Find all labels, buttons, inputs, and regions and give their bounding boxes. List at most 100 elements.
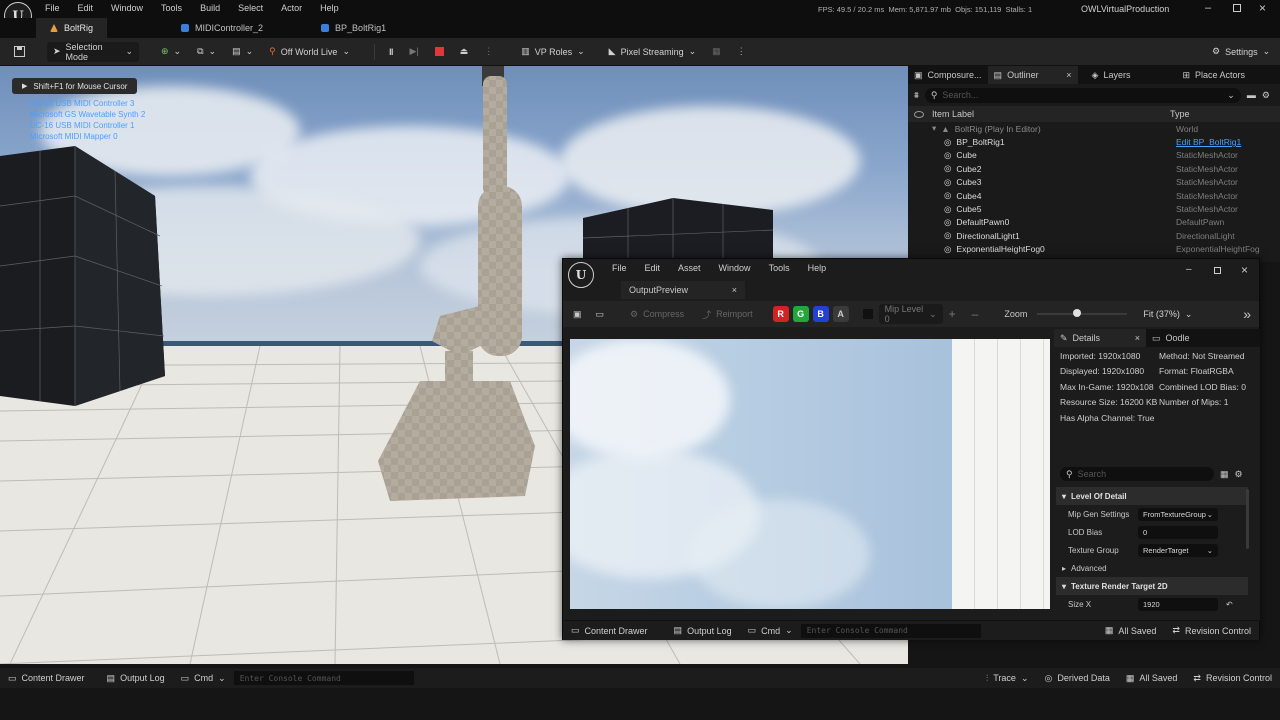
compress-button[interactable]: ⚙ Compress — [624, 304, 690, 324]
texture-group-dropdown[interactable]: RenderTarget ⌄ — [1138, 543, 1218, 557]
tab-midicontroller[interactable]: MIDIController_2 — [167, 18, 277, 38]
menu-window[interactable]: Window — [102, 3, 152, 13]
outliner-row[interactable]: ◎ DefaultPawn0 DefaultPawn — [914, 216, 1280, 229]
close-tab-icon[interactable]: × — [1135, 333, 1140, 343]
menu-actor[interactable]: Actor — [272, 3, 311, 13]
menu-edit[interactable]: Edit — [69, 3, 103, 13]
menu-tools[interactable]: Tools — [152, 3, 191, 13]
tab-outputpreview[interactable]: OutputPreview × — [621, 281, 745, 299]
menu-tools[interactable]: Tools — [760, 263, 799, 273]
settings-dropdown[interactable]: ⚙ Settings ⌄ — [1206, 42, 1276, 62]
checkbox[interactable] — [862, 309, 873, 319]
pause-button[interactable]: ‖ — [383, 42, 399, 62]
pixel-streaming-dropdown[interactable]: ◣ Pixel Streaming ⌄ — [603, 42, 703, 62]
step-button[interactable]: ▶| — [403, 42, 424, 62]
revision-control-button[interactable]: ⇄ Revision Control — [1164, 625, 1259, 636]
mip-gen-dropdown[interactable]: FromTextureGroup ⌄ — [1138, 507, 1218, 521]
section-texture-render-target-2d[interactable]: ▾ Texture Render Target 2D — [1056, 577, 1248, 595]
all-saved-button[interactable]: ▦ All Saved — [1118, 673, 1186, 684]
plus-icon[interactable]: + — [949, 307, 956, 321]
selection-mode-dropdown[interactable]: ➤ Selection Mode ⌄ — [47, 41, 139, 62]
outliner-row[interactable]: ◎ BP_BoltRig1 Edit BP_BoltRig1 — [914, 135, 1280, 148]
content-drawer-button[interactable]: ▭ Content Drawer — [563, 625, 656, 636]
off-world-live-dropdown[interactable]: ⚲ Off World Live ⌄ — [263, 42, 356, 62]
menu-build[interactable]: Build — [191, 3, 229, 13]
content-drawer-button[interactable]: ▭ Content Drawer — [0, 673, 93, 684]
outliner-row[interactable]: ◎ Cube2 StaticMeshActor — [914, 162, 1280, 175]
section-level-of-detail[interactable]: ▾ Level Of Detail — [1056, 487, 1248, 505]
blue-channel-toggle[interactable]: B — [812, 306, 829, 322]
more-options-icon[interactable]: ⋮ — [478, 42, 499, 62]
close-tab-icon[interactable]: × — [732, 285, 737, 295]
console-input[interactable]: Enter Console Command — [800, 623, 981, 638]
search-input[interactable]: Search... — [942, 90, 978, 100]
outliner-row[interactable]: ◎ ExponentialHeightFog0 ExponentialHeightF… — [914, 243, 1280, 256]
column-item-label[interactable]: Item Label — [924, 109, 1170, 119]
cmd-dropdown[interactable]: ▭ Cmd ⌄ — [740, 625, 801, 636]
red-channel-toggle[interactable]: R — [772, 306, 789, 322]
search-input[interactable]: Search — [1078, 469, 1107, 479]
outliner-row[interactable]: ◎ Cube4 StaticMeshActor — [914, 189, 1280, 202]
lod-bias-input[interactable]: 0 — [1138, 525, 1218, 539]
tab-place-actors[interactable]: ⊞ Place Actors — [1176, 66, 1251, 84]
outliner-search[interactable]: ⚲ Search... ⌄ — [924, 87, 1241, 103]
close-window-icon[interactable]: × — [1241, 263, 1248, 277]
gear-icon[interactable]: ⚙ — [1235, 469, 1243, 480]
tab-bp-boltrig1[interactable]: BP_BoltRig1 — [307, 18, 400, 38]
save-icon[interactable] — [8, 42, 31, 62]
details-scrollbar[interactable] — [1246, 489, 1249, 549]
console-input[interactable]: Enter Console Command — [233, 671, 414, 685]
section-advanced[interactable]: ▸ Advanced — [1056, 559, 1248, 577]
outliner-row-world[interactable]: ▾ ▲ BoltRig (Play In Editor) World — [914, 122, 1280, 135]
slider-thumb[interactable] — [1073, 309, 1082, 317]
menu-select[interactable]: Select — [229, 3, 272, 13]
output-log-button[interactable]: ▤ Output Log — [666, 625, 740, 636]
minimize-icon[interactable]: – — [1205, 2, 1211, 14]
menu-file[interactable]: File — [603, 263, 636, 273]
table-view-icon[interactable]: ▦ — [1220, 469, 1229, 480]
add-actor-button[interactable]: ⊕ ⌄ — [155, 42, 187, 62]
zoom-slider[interactable] — [1037, 309, 1128, 319]
close-tab-icon[interactable]: × — [1066, 70, 1071, 80]
tab-boltrig[interactable]: BoltRig — [36, 18, 108, 38]
menu-help[interactable]: Help — [799, 263, 836, 273]
trace-button[interactable]: ⫶ Trace ⌄ — [978, 673, 1036, 684]
more-options-icon[interactable]: ⋮ — [731, 42, 752, 62]
tab-layers[interactable]: ◈ Layers — [1086, 66, 1137, 84]
vp-roles-dropdown[interactable]: ▥ VP Roles ⌄ — [515, 42, 590, 62]
green-channel-toggle[interactable]: G — [792, 306, 809, 322]
edit-blueprint-link[interactable]: Edit BP_BoltRig1 — [1176, 137, 1241, 147]
output-log-button[interactable]: ▤ Output Log — [99, 673, 173, 684]
outliner-row[interactable]: ◎ Cube StaticMeshActor — [914, 149, 1280, 162]
reset-icon[interactable]: ↶ — [1226, 600, 1233, 609]
column-type[interactable]: Type — [1170, 109, 1190, 119]
menu-asset[interactable]: Asset — [669, 263, 710, 273]
texture-preview[interactable] — [570, 339, 1050, 609]
revision-control-button[interactable]: ⇄ Revision Control — [1185, 673, 1280, 684]
tab-details[interactable]: ✎ Details × — [1054, 329, 1146, 347]
details-search[interactable]: ⚲ Search — [1060, 467, 1214, 481]
blueprints-button[interactable]: ⧉ ⌄ — [191, 42, 222, 62]
derived-data-button[interactable]: ◎ Derived Data — [1036, 673, 1117, 684]
eject-button[interactable]: ⏏ — [454, 42, 475, 62]
cmd-dropdown[interactable]: ▭ Cmd ⌄ — [173, 673, 234, 684]
stop-button[interactable] — [429, 42, 450, 62]
fit-dropdown[interactable]: Fit (37%) ⌄ — [1137, 304, 1198, 324]
filter-icon[interactable]: ⩩ — [914, 90, 919, 101]
expand-toolbar-icon[interactable]: » — [1243, 306, 1251, 322]
tab-composure[interactable]: ▣ Composure... — [908, 66, 988, 84]
outliner-row[interactable]: ◎ Cube3 StaticMeshActor — [914, 176, 1280, 189]
gear-icon[interactable]: ⚙ — [1262, 90, 1270, 101]
cinematics-button[interactable]: ▤ ⌄ — [226, 42, 259, 62]
save-icon[interactable]: ▣ — [573, 309, 582, 320]
size-x-input[interactable]: 1920 — [1138, 597, 1218, 611]
tab-oodle[interactable]: ▭ Oodle — [1146, 329, 1196, 347]
alpha-channel-toggle[interactable]: A — [832, 306, 849, 322]
remote-control-icon[interactable]: ▦ — [706, 42, 727, 62]
browse-icon[interactable]: ▭ — [596, 309, 605, 320]
minus-icon[interactable]: – — [972, 307, 979, 321]
menu-file[interactable]: File — [36, 3, 69, 13]
reimport-button[interactable]: ⤴ Reimport — [696, 304, 759, 324]
outliner-row[interactable]: ◎ DirectionalLight1 DirectionalLight — [914, 229, 1280, 242]
mip-level-dropdown[interactable]: Mip Level 0 ⌄ — [878, 304, 943, 324]
